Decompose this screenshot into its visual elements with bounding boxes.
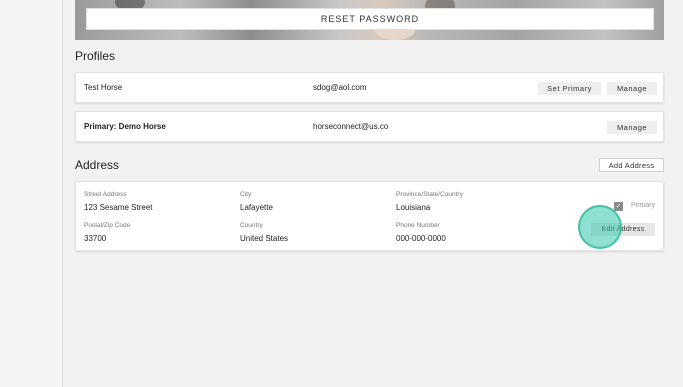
manage-button[interactable]: Manage xyxy=(607,121,657,134)
country-label: Country xyxy=(240,222,263,229)
edit-address-button[interactable]: Edit Address xyxy=(591,223,655,236)
reset-password-button[interactable]: RESET PASSWORD xyxy=(86,8,654,30)
city-value: Lafayette xyxy=(240,203,273,212)
zip-value: 33700 xyxy=(84,234,107,243)
street-address-label: Street Address xyxy=(84,191,127,198)
profile-email: horseconnect@us.co xyxy=(313,122,389,131)
left-sidebar xyxy=(0,0,63,387)
city-label: City xyxy=(240,191,252,198)
zip-label: Postal/Zip Code xyxy=(84,222,131,229)
phone-label: Phone Number xyxy=(396,222,440,229)
profile-email: sdog@aol.com xyxy=(313,83,367,92)
address-card: Street Address 123 Sesame Street City La… xyxy=(75,181,664,251)
profile-name: Primary: Demo Horse xyxy=(84,122,166,131)
phone-value: 000-000-0000 xyxy=(396,234,446,243)
country-value: United States xyxy=(240,234,289,243)
profile-name: Test Horse xyxy=(84,83,123,92)
street-address-value: 123 Sesame Street xyxy=(84,203,153,212)
profiles-title: Profiles xyxy=(75,49,116,63)
address-title: Address xyxy=(75,158,120,172)
set-primary-button[interactable]: Set Primary xyxy=(538,82,601,95)
add-address-button[interactable]: Add Address xyxy=(599,158,664,172)
main-content: RESET PASSWORD Profiles Test Horse sdog@… xyxy=(64,0,683,387)
province-label: Province/State/Country xyxy=(396,191,463,198)
profile-card-test-horse: Test Horse sdog@aol.com Set Primary Mana… xyxy=(75,72,664,103)
primary-label: Primary xyxy=(631,202,656,209)
primary-checkbox[interactable]: ✓ xyxy=(614,202,623,211)
hero-image: RESET PASSWORD xyxy=(75,0,664,40)
profile-card-demo-horse: Primary: Demo Horse horseconnect@us.co M… xyxy=(75,111,664,142)
manage-button[interactable]: Manage xyxy=(607,82,657,95)
province-value: Louisiana xyxy=(396,203,431,212)
